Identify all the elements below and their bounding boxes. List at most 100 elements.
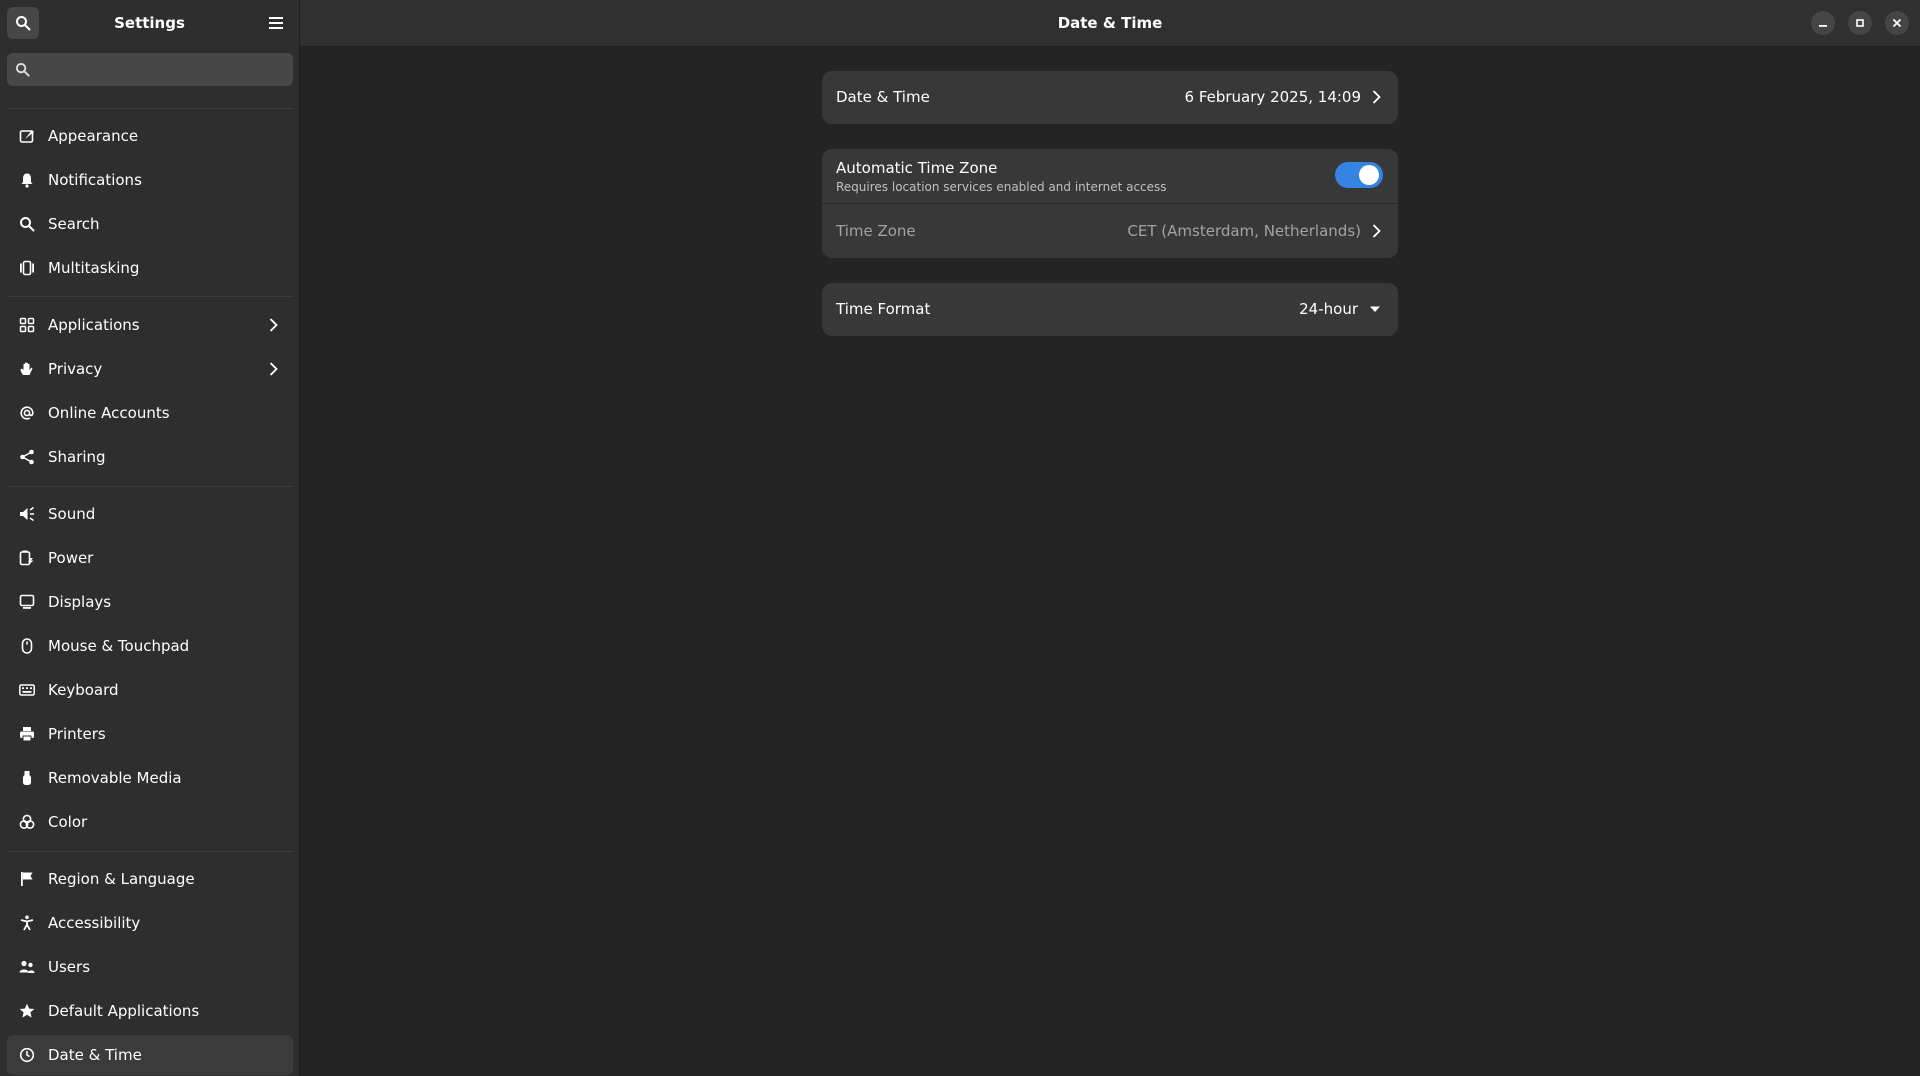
sidebar-item-label: Default Applications <box>48 1002 200 1020</box>
sidebar-item-removable-media[interactable]: Removable Media <box>7 758 293 798</box>
sidebar-separator <box>7 486 293 487</box>
users-icon <box>19 959 35 975</box>
sidebar-item-sound[interactable]: Sound <box>7 494 293 534</box>
sidebar-search[interactable] <box>7 53 293 88</box>
minimize-button[interactable] <box>1811 11 1835 35</box>
maximize-button[interactable] <box>1848 11 1872 35</box>
sidebar-item-color[interactable]: Color <box>7 802 293 842</box>
sidebar-item-label: Power <box>48 549 94 567</box>
sidebar-item-label: Applications <box>48 316 140 334</box>
share-icon <box>19 449 35 465</box>
usb-icon <box>19 770 35 786</box>
close-button[interactable] <box>1885 11 1909 35</box>
sidebar-item-power[interactable]: Power <box>7 538 293 578</box>
automatic-time-zone-label: Automatic Time Zone <box>836 159 998 177</box>
sidebar-item-keyboard[interactable]: Keyboard <box>7 670 293 710</box>
time-zone-value: CET (Amsterdam, Netherlands) <box>1127 222 1361 240</box>
sidebar: Settings Appearance Notifications Search… <box>0 0 300 1076</box>
sidebar-item-label: Date & Time <box>48 1046 142 1064</box>
sidebar-item-label: Sharing <box>48 448 106 466</box>
mouse-icon <box>19 638 35 654</box>
sidebar-item-label: Users <box>48 958 91 976</box>
sidebar-item-accessibility[interactable]: Accessibility <box>7 903 293 943</box>
page-title: Date & Time <box>1057 14 1163 32</box>
star-icon <box>19 1003 35 1019</box>
toggle-knob <box>1359 165 1379 185</box>
date-time-row[interactable]: Date & Time 6 February 2025, 14:09 <box>822 71 1398 124</box>
bell-icon <box>19 172 35 188</box>
automatic-time-zone-toggle[interactable] <box>1335 162 1383 188</box>
sidebar-item-region-language[interactable]: Region & Language <box>7 859 293 899</box>
main-content: Date & Time Date & Time 6 February 2025,… <box>300 0 1920 1076</box>
date-time-value: 6 February 2025, 14:09 <box>1184 88 1361 106</box>
appearance-icon <box>19 128 35 144</box>
sidebar-item-privacy[interactable]: Privacy <box>7 349 293 389</box>
time-format-row[interactable]: Time Format 24-hour <box>822 283 1398 336</box>
time-format-card: Time Format 24-hour <box>822 283 1398 336</box>
sidebar-item-mouse-touchpad[interactable]: Mouse & Touchpad <box>7 626 293 666</box>
search-input[interactable] <box>37 53 291 88</box>
sidebar-item-label: Color <box>48 813 88 831</box>
sidebar-item-label: Search <box>48 215 100 233</box>
sidebar-item-label: Printers <box>48 725 106 743</box>
search-icon <box>19 216 35 232</box>
chevron-right-icon <box>1368 223 1384 239</box>
automatic-time-zone-row: Automatic Time Zone Requires location se… <box>822 149 1398 203</box>
minimize-icon <box>1819 25 1827 27</box>
display-icon <box>19 594 35 610</box>
chevron-right-icon <box>265 361 281 377</box>
time-format-label: Time Format <box>836 300 931 318</box>
sidebar-item-label: Notifications <box>48 171 142 189</box>
time-zone-row[interactable]: Time Zone CET (Amsterdam, Netherlands) <box>822 204 1398 258</box>
sidebar-item-label: Privacy <box>48 360 103 378</box>
sidebar-item-date-time[interactable]: Date & Time <box>7 1035 293 1075</box>
hamburger-icon <box>269 17 283 29</box>
main-header: Date & Time <box>300 0 1920 47</box>
at-icon <box>19 405 35 421</box>
chevron-right-icon <box>1368 89 1384 105</box>
sidebar-item-appearance[interactable]: Appearance <box>7 116 293 156</box>
maximize-icon <box>1856 19 1864 27</box>
hand-icon <box>19 361 35 377</box>
dropdown-arrow-icon[interactable] <box>1368 302 1382 316</box>
sidebar-item-search[interactable]: Search <box>7 204 293 244</box>
sidebar-item-label: Sound <box>48 505 96 523</box>
keyboard-icon <box>19 682 35 698</box>
sidebar-separator <box>7 108 293 109</box>
color-icon <box>19 814 35 830</box>
accessibility-icon <box>19 915 35 931</box>
sidebar-item-label: Multitasking <box>48 259 140 277</box>
sidebar-title: Settings <box>114 14 185 32</box>
sidebar-item-printers[interactable]: Printers <box>7 714 293 754</box>
sidebar-item-label: Removable Media <box>48 769 182 787</box>
printer-icon <box>19 726 35 742</box>
sidebar-item-applications[interactable]: Applications <box>7 305 293 345</box>
time-zone-card: Automatic Time Zone Requires location se… <box>822 149 1398 258</box>
automatic-time-zone-subtitle: Requires location services enabled and i… <box>836 180 1167 194</box>
clock-icon <box>19 1047 35 1063</box>
sidebar-item-label: Accessibility <box>48 914 141 932</box>
date-time-card: Date & Time 6 February 2025, 14:09 <box>822 71 1398 124</box>
sidebar-item-sharing[interactable]: Sharing <box>7 437 293 477</box>
sidebar-item-notifications[interactable]: Notifications <box>7 160 293 200</box>
close-icon <box>1892 18 1902 28</box>
multitasking-icon <box>19 260 35 276</box>
search-icon <box>15 62 30 77</box>
grid-icon <box>19 317 35 333</box>
sidebar-item-label: Keyboard <box>48 681 119 699</box>
sidebar-separator <box>7 851 293 852</box>
sidebar-item-users[interactable]: Users <box>7 947 293 987</box>
time-format-value: 24-hour <box>1299 300 1358 318</box>
sidebar-item-default-applications[interactable]: Default Applications <box>7 991 293 1031</box>
sidebar-item-label: Online Accounts <box>48 404 170 422</box>
sidebar-item-label: Region & Language <box>48 870 195 888</box>
chevron-right-icon <box>265 317 281 333</box>
power-icon <box>19 550 35 566</box>
sidebar-header: Settings <box>0 0 299 46</box>
sidebar-item-label: Mouse & Touchpad <box>48 637 190 655</box>
sidebar-item-multitasking[interactable]: Multitasking <box>7 248 293 288</box>
sidebar-item-online-accounts[interactable]: Online Accounts <box>7 393 293 433</box>
sidebar-item-displays[interactable]: Displays <box>7 582 293 622</box>
sidebar-item-label: Displays <box>48 593 112 611</box>
main-menu-button[interactable] <box>260 7 292 39</box>
